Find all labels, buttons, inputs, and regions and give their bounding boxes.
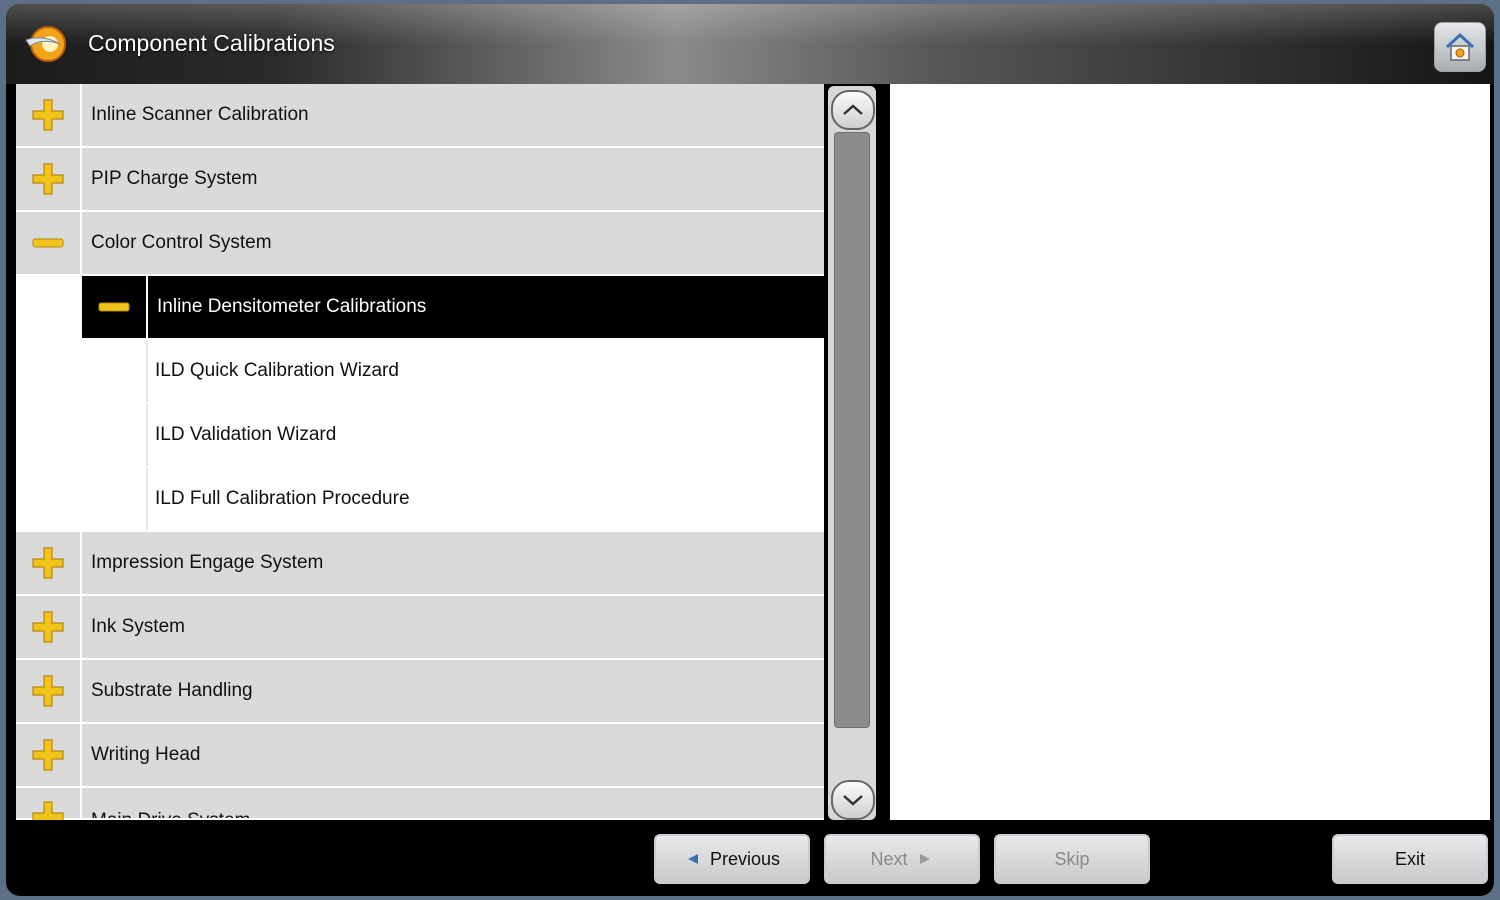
tree-item-inline-scanner-calibration[interactable]: Inline Scanner Calibration bbox=[16, 84, 824, 146]
tree-item-writing-head[interactable]: Writing Head bbox=[16, 724, 824, 786]
plus-icon bbox=[32, 739, 64, 771]
tree-item-impression-engage-system[interactable]: Impression Engage System bbox=[16, 532, 824, 594]
tree-item-label: Main Drive System bbox=[82, 788, 824, 818]
minus-icon bbox=[98, 302, 130, 312]
tree-item-label: PIP Charge System bbox=[82, 148, 824, 210]
tree-item-ild-validation-wizard[interactable]: ILD Validation Wizard bbox=[146, 404, 824, 466]
scroll-up-button[interactable] bbox=[831, 90, 875, 130]
swoosh-logo-icon bbox=[25, 26, 66, 62]
tree-item-label: Inline Densitometer Calibrations bbox=[148, 276, 824, 338]
expand-button[interactable] bbox=[16, 84, 80, 146]
tree-item-inline-densitometer-calibrations[interactable]: Inline Densitometer Calibrations bbox=[82, 276, 824, 338]
tree-item-label: Substrate Handling bbox=[82, 660, 824, 722]
tree-item-label: ILD Quick Calibration Wizard bbox=[146, 340, 824, 402]
arrow-left-icon bbox=[687, 854, 698, 864]
minus-icon bbox=[32, 238, 64, 248]
plus-icon bbox=[32, 163, 64, 195]
tree-item-color-control-system[interactable]: Color Control System bbox=[16, 212, 824, 274]
expand-button[interactable] bbox=[16, 788, 80, 820]
home-icon bbox=[1445, 33, 1475, 61]
expand-button[interactable] bbox=[16, 532, 80, 594]
plus-icon bbox=[32, 611, 64, 643]
tree-item-label: Ink System bbox=[82, 596, 824, 658]
tree-item-ild-full-calibration-procedure[interactable]: ILD Full Calibration Procedure bbox=[146, 468, 824, 530]
tree-item-label: Impression Engage System bbox=[82, 532, 824, 594]
tree-scrollbar[interactable] bbox=[828, 86, 876, 820]
tree-item-label: Inline Scanner Calibration bbox=[82, 84, 824, 146]
tree-item-label: ILD Validation Wizard bbox=[146, 404, 824, 466]
expand-button[interactable] bbox=[16, 596, 80, 658]
previous-button-label: Previous bbox=[709, 848, 781, 869]
application-window: Component Calibrations Inline Scanner Ca… bbox=[6, 4, 1494, 896]
scroll-thumb[interactable] bbox=[834, 132, 870, 728]
next-button-label: Next bbox=[870, 848, 908, 869]
exit-button-label: Exit bbox=[1394, 848, 1425, 869]
expand-button[interactable] bbox=[16, 724, 80, 786]
plus-icon bbox=[32, 801, 64, 820]
calibration-tree: Inline Scanner Calibration PIP Charge Sy… bbox=[16, 84, 824, 820]
chevron-up-icon bbox=[843, 104, 863, 115]
skip-button-label: Skip bbox=[1054, 848, 1090, 869]
collapse-button[interactable] bbox=[82, 276, 146, 338]
plus-icon bbox=[32, 99, 64, 131]
expand-button[interactable] bbox=[16, 660, 80, 722]
home-button[interactable] bbox=[1434, 22, 1486, 72]
plus-icon bbox=[32, 675, 64, 707]
exit-button[interactable]: Exit bbox=[1332, 834, 1488, 884]
arrow-right-icon bbox=[919, 854, 930, 864]
tree-item-substrate-handling[interactable]: Substrate Handling bbox=[16, 660, 824, 722]
skip-button[interactable]: Skip bbox=[994, 834, 1150, 884]
expand-button[interactable] bbox=[16, 148, 80, 210]
window-title: Component Calibrations bbox=[88, 30, 335, 56]
tree-item-pip-charge-system[interactable]: PIP Charge System bbox=[16, 148, 824, 210]
scroll-down-button[interactable] bbox=[831, 780, 875, 820]
detail-panel bbox=[890, 84, 1490, 820]
tree-item-main-drive-system[interactable]: Main Drive System bbox=[16, 788, 824, 820]
tree-item-label: Writing Head bbox=[82, 724, 824, 786]
previous-button[interactable]: Previous bbox=[654, 834, 810, 884]
title-bar: Component Calibrations bbox=[6, 4, 1494, 84]
tree-item-ild-quick-calibration-wizard[interactable]: ILD Quick Calibration Wizard bbox=[146, 340, 824, 402]
next-button[interactable]: Next bbox=[824, 834, 980, 884]
tree-item-ink-system[interactable]: Ink System bbox=[16, 596, 824, 658]
collapse-button[interactable] bbox=[16, 212, 80, 274]
tree-item-label: ILD Full Calibration Procedure bbox=[146, 468, 824, 530]
tree-item-label: Color Control System bbox=[82, 212, 824, 274]
chevron-down-icon bbox=[843, 795, 863, 806]
plus-icon bbox=[32, 547, 64, 579]
